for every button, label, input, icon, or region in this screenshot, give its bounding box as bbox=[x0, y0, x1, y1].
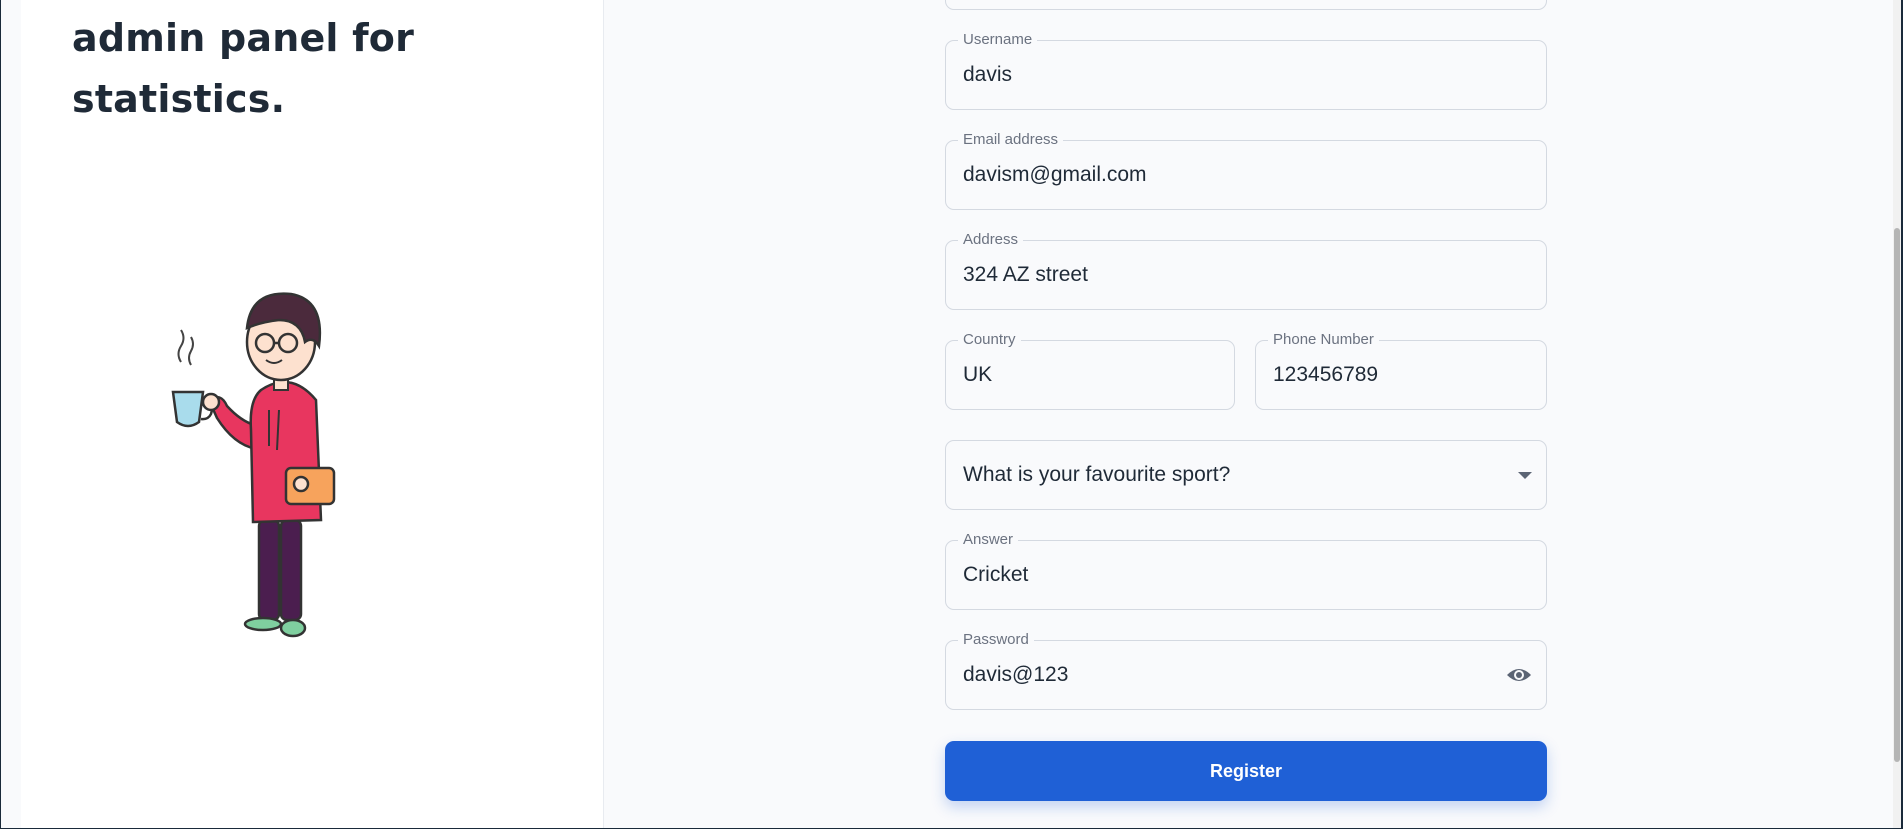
eye-icon[interactable] bbox=[1506, 664, 1532, 686]
email-value: davism@gmail.com bbox=[963, 163, 1147, 186]
password-label: Password bbox=[958, 631, 1034, 649]
headline-line-1: admin panel for bbox=[72, 16, 415, 60]
country-value: UK bbox=[963, 363, 993, 386]
previous-field[interactable] bbox=[945, 0, 1547, 10]
answer-value: Cricket bbox=[963, 563, 1029, 586]
scrollbar-thumb[interactable] bbox=[1894, 228, 1900, 762]
username-value: davis bbox=[963, 63, 1013, 86]
username-field[interactable]: Username davis bbox=[945, 31, 1547, 110]
password-value: davis@123 bbox=[963, 663, 1069, 686]
answer-field[interactable]: Answer Cricket bbox=[945, 531, 1547, 610]
security-question-select[interactable]: What is your favourite sport? bbox=[945, 440, 1547, 510]
phone-number-label: Phone Number bbox=[1268, 331, 1379, 349]
person-with-coffee-illustration bbox=[171, 292, 336, 638]
phone-number-field[interactable]: Phone Number 123456789 bbox=[1255, 331, 1547, 410]
address-value: 324 AZ street bbox=[963, 263, 1088, 286]
page-gutter bbox=[1, 0, 21, 828]
answer-label: Answer bbox=[958, 531, 1019, 549]
email-label: Email address bbox=[958, 131, 1064, 149]
country-label: Country bbox=[958, 331, 1021, 349]
email-field[interactable]: Email address davism@gmail.com bbox=[945, 131, 1547, 210]
address-field[interactable]: Address 324 AZ street bbox=[945, 231, 1547, 310]
security-question-value: What is your favourite sport? bbox=[963, 463, 1231, 486]
password-field[interactable]: Password davis@123 bbox=[945, 631, 1547, 710]
chevron-down-icon[interactable] bbox=[1518, 472, 1532, 479]
phone-number-value: 123456789 bbox=[1273, 363, 1379, 386]
register-button[interactable]: Register bbox=[945, 741, 1547, 801]
left-panel: admin panel for statistics. bbox=[21, 0, 604, 828]
headline: admin panel for statistics. bbox=[72, 8, 414, 130]
headline-line-2: statistics. bbox=[72, 77, 286, 121]
app-window: admin panel for statistics. Username dav… bbox=[1, 0, 1901, 828]
address-label: Address bbox=[958, 231, 1024, 249]
country-field[interactable]: Country UK bbox=[945, 331, 1235, 410]
username-label: Username bbox=[958, 31, 1038, 49]
